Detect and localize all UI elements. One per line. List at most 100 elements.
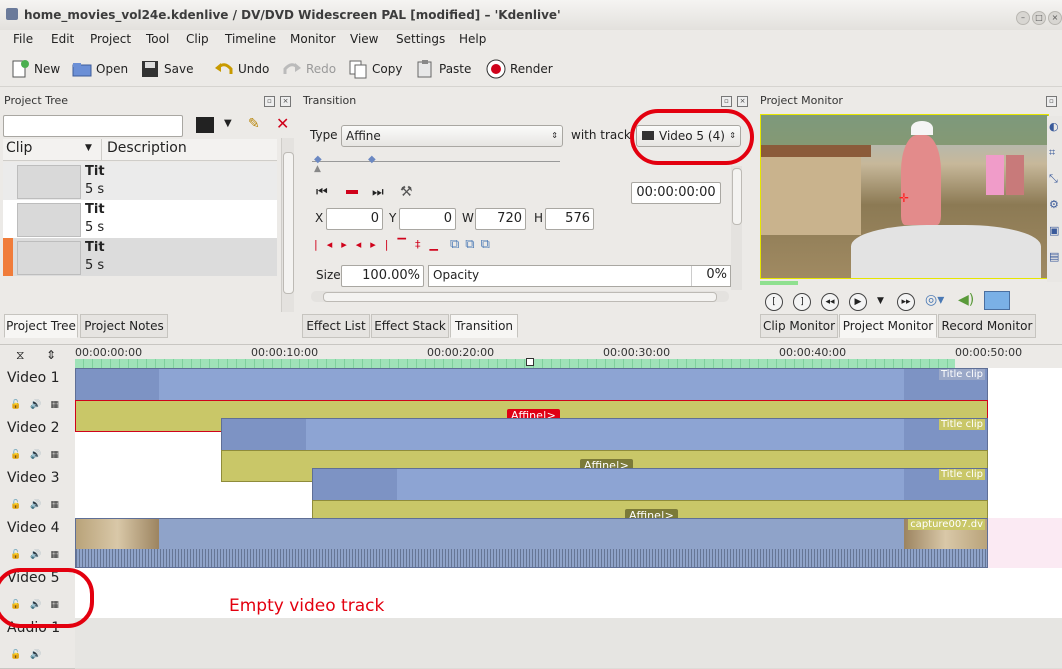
lock-mute-hide-icons[interactable]: 🔓🔊▦ — [10, 450, 68, 460]
layer-icon[interactable]: ▣ — [1049, 224, 1059, 237]
redo-button[interactable]: Redo — [282, 58, 336, 80]
edit-clip-icon[interactable]: ✎ — [248, 116, 260, 132]
next-keyframe-icon[interactable]: ⏭ — [372, 185, 384, 200]
menu-help[interactable]: Help — [459, 32, 486, 46]
copy-button[interactable]: Copy — [348, 58, 402, 80]
timeline-ruler[interactable]: 00:00:00:00 00:00:10:00 00:00:20:00 00:0… — [75, 346, 1062, 368]
lock-mute-hide-icons[interactable]: 🔓🔊▦ — [10, 550, 68, 560]
monitor-settings-icon[interactable]: ◎▾ — [925, 292, 944, 308]
tab-record-monitor[interactable]: Record Monitor — [938, 314, 1036, 338]
chevron-down-icon[interactable]: ▼ — [224, 118, 232, 129]
align-right-icon[interactable]: ▸| — [370, 238, 397, 251]
opacity-slider[interactable]: Opacity 0% — [428, 265, 731, 287]
x-field[interactable]: 0 — [326, 208, 383, 230]
crop-icon[interactable]: ⌗ — [1049, 146, 1055, 160]
close-panel-icon[interactable]: × — [737, 96, 748, 107]
rewind-icon[interactable]: ◂◂ — [821, 293, 839, 311]
set-zone-end-icon[interactable]: ] — [793, 293, 811, 311]
ruler-zone-handle[interactable] — [526, 358, 534, 366]
align-hcenter-icon[interactable]: ▸◂ — [341, 238, 370, 251]
close-panel-icon[interactable]: × — [280, 96, 291, 107]
track-header-video-4[interactable]: Video 4 🔓🔊▦ — [0, 518, 75, 569]
project-tree-scrollbar[interactable] — [281, 138, 294, 312]
track-header-video-3[interactable]: Video 3 🔓🔊▦ — [0, 468, 75, 519]
float-panel-icon[interactable]: ▫ — [1046, 96, 1057, 107]
fullscreen-monitor-icon[interactable] — [984, 291, 1010, 310]
collapse-tracks-icon[interactable]: ⧖ — [16, 348, 24, 363]
list-item[interactable]: Tit 5 s — [3, 238, 277, 276]
maximize-icon[interactable]: □ — [1032, 11, 1046, 25]
close-icon[interactable]: × — [1048, 11, 1062, 25]
remove-keyframe-icon[interactable] — [346, 190, 358, 194]
tools-icon[interactable]: ⚒ — [400, 184, 413, 200]
menu-file[interactable]: File — [13, 32, 33, 46]
delete-clip-icon[interactable]: ✕ — [276, 114, 289, 133]
list-item[interactable]: Tit 5 s — [3, 162, 277, 200]
lock-mute-hide-icons[interactable]: 🔓🔊▦ — [10, 400, 68, 410]
list-item[interactable]: Tit 5 s — [3, 200, 277, 238]
lock-mute-icons[interactable]: 🔓🔊 — [10, 650, 50, 660]
timecode-field[interactable]: 00:00:00:00 — [631, 182, 721, 204]
keyframe-icon[interactable]: ◆ — [368, 154, 376, 165]
scrollbar-thumb[interactable] — [323, 292, 717, 302]
menu-settings[interactable]: Settings — [396, 32, 445, 46]
track-header-video-2[interactable]: Video 2 🔓🔊▦ — [0, 418, 75, 469]
previous-keyframe-icon[interactable]: ⏮ — [316, 185, 328, 200]
menu-timeline[interactable]: Timeline — [225, 32, 276, 46]
track-lane-audio-1[interactable] — [75, 618, 1062, 669]
tab-project-notes[interactable]: Project Notes — [80, 314, 168, 338]
tab-effect-stack[interactable]: Effect Stack — [371, 314, 449, 338]
save-button[interactable]: Save — [140, 58, 193, 80]
capture-clip-video-4[interactable]: capture007.dv — [75, 518, 988, 568]
resize-icon[interactable]: ⤡ — [1049, 172, 1058, 186]
menu-monitor[interactable]: Monitor — [290, 32, 336, 46]
menu-clip[interactable]: Clip — [186, 32, 209, 46]
play-icon[interactable]: ▶ — [849, 293, 867, 311]
scrollbar-thumb[interactable] — [283, 152, 294, 294]
expand-tracks-icon[interactable]: ⇕ — [46, 348, 56, 362]
play-options-chevron-icon[interactable]: ▼ — [877, 296, 884, 306]
project-search-input[interactable] — [3, 115, 183, 137]
column-clip[interactable]: Clip — [6, 140, 32, 156]
column-description[interactable]: Description — [107, 140, 187, 156]
transition-type-select[interactable]: Affine ⇕ — [341, 125, 563, 147]
y-field[interactable]: 0 — [399, 208, 456, 230]
tab-clip-monitor[interactable]: Clip Monitor — [760, 314, 838, 338]
tab-transition[interactable]: Transition — [450, 314, 518, 338]
align-left-icon[interactable]: |◂ — [314, 238, 341, 251]
transition-scrollbar[interactable] — [731, 166, 742, 290]
align-vcenter-icon[interactable]: ‡ — [415, 238, 430, 251]
set-zone-start-icon[interactable]: [ — [765, 293, 783, 311]
menu-project[interactable]: Project — [90, 32, 131, 46]
render-button[interactable]: Render — [486, 58, 553, 80]
paste-button[interactable]: Paste — [415, 58, 471, 80]
w-field[interactable]: 720 — [475, 208, 526, 230]
overlay-icon[interactable]: ▤ — [1049, 250, 1059, 263]
video-preview[interactable]: ✛ — [760, 114, 1049, 279]
open-button[interactable]: Open — [72, 58, 128, 80]
align-bottom-icon[interactable]: ▁ — [429, 238, 446, 251]
h-field[interactable]: 576 — [545, 208, 594, 230]
settings-icon[interactable]: ⚙ — [1049, 198, 1059, 211]
volume-icon[interactable]: ◀) — [958, 292, 974, 308]
align-top-icon[interactable]: ▔ — [398, 238, 415, 251]
minimize-icon[interactable]: – — [1016, 11, 1030, 25]
size-field[interactable]: 100.00% — [341, 265, 424, 287]
tab-project-tree[interactable]: Project Tree — [4, 314, 78, 338]
new-button[interactable]: New — [10, 58, 60, 80]
menu-edit[interactable]: Edit — [51, 32, 74, 46]
track-lane-video-5[interactable] — [75, 568, 1062, 619]
resize-buttons-icon[interactable]: ⧉⧉⧉ — [450, 237, 496, 252]
add-clip-icon[interactable] — [196, 117, 214, 133]
undo-button[interactable]: Undo — [214, 58, 269, 80]
scrollbar-thumb[interactable] — [732, 168, 742, 225]
lock-mute-hide-icons[interactable]: 🔓🔊▦ — [10, 500, 68, 510]
forward-icon[interactable]: ▸▸ — [897, 293, 915, 311]
track-header-video-1[interactable]: Video 1 🔓🔊▦ — [0, 368, 75, 419]
float-panel-icon[interactable]: ▫ — [721, 96, 732, 107]
zoom-icon[interactable]: ◐ — [1049, 120, 1059, 133]
tab-effect-list[interactable]: Effect List — [302, 314, 370, 338]
horizontal-scrollbar[interactable] — [311, 291, 729, 302]
tab-project-monitor[interactable]: Project Monitor — [839, 314, 937, 338]
float-panel-icon[interactable]: ▫ — [264, 96, 275, 107]
